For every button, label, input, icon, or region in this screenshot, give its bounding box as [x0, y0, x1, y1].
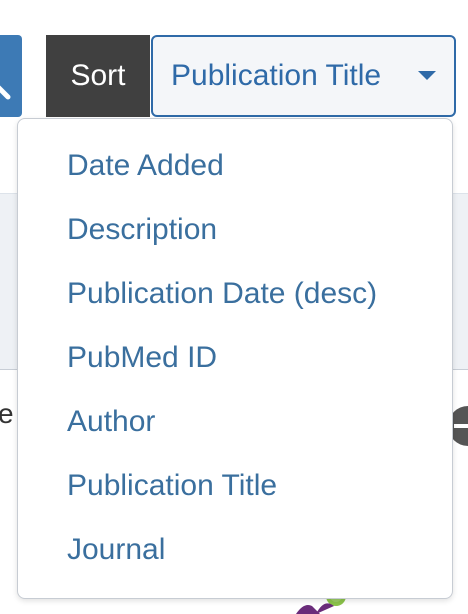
- sort-option-date-added[interactable]: Date Added: [18, 134, 452, 198]
- sort-option-pubmed-id[interactable]: PubMed ID: [18, 326, 452, 390]
- sort-option-description[interactable]: Description: [18, 198, 452, 262]
- search-icon: [0, 85, 11, 100]
- sort-option-journal[interactable]: Journal: [18, 518, 452, 582]
- sort-dropdown-menu: Date Added Description Publication Date …: [17, 118, 453, 599]
- sort-select[interactable]: Publication Title: [151, 35, 456, 117]
- background-text: e: [0, 398, 14, 429]
- sort-label: Sort: [46, 35, 150, 117]
- caret-down-icon: [418, 71, 436, 80]
- page: e Sort Publication Title Date Added Desc…: [0, 0, 468, 614]
- sort-selected-value: Publication Title: [171, 59, 382, 92]
- sort-option-publication-title[interactable]: Publication Title: [18, 454, 452, 518]
- sort-option-author[interactable]: Author: [18, 390, 452, 454]
- sort-option-publication-date-desc[interactable]: Publication Date (desc): [18, 262, 452, 326]
- search-button[interactable]: [0, 35, 22, 117]
